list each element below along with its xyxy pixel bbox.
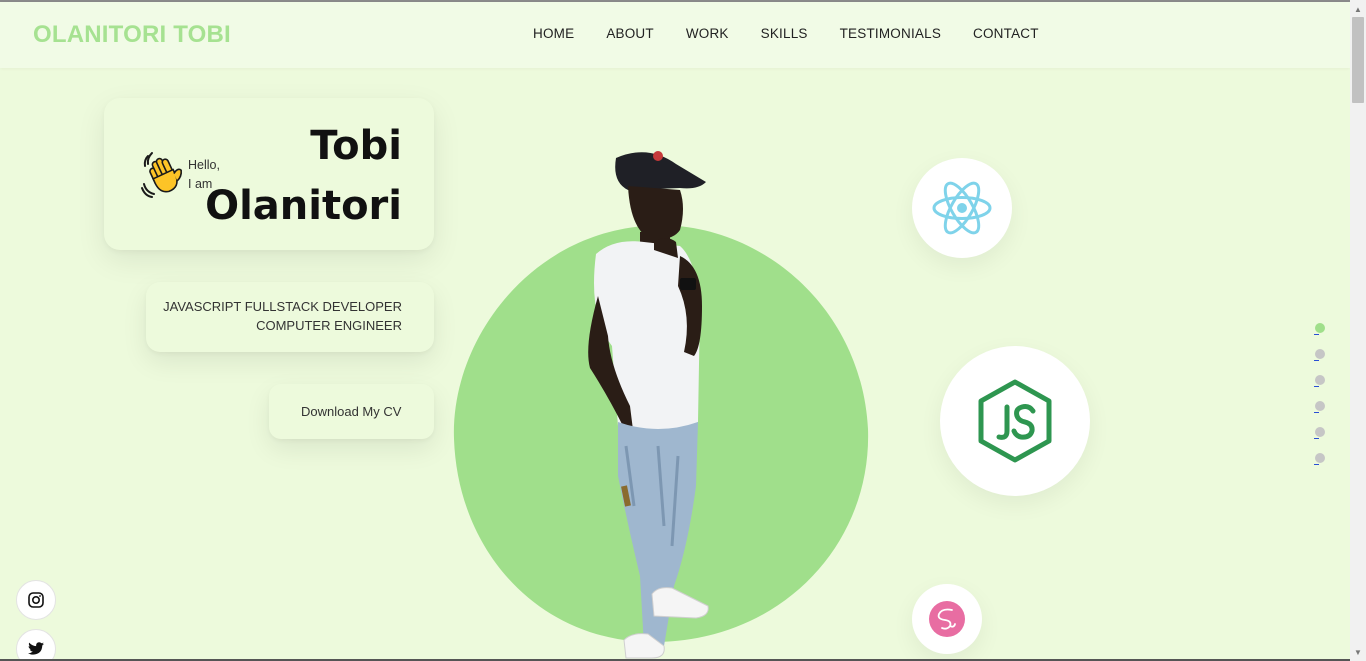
section-dot-4[interactable] bbox=[1314, 400, 1326, 426]
role-text: JAVASCRIPT FULLSTACK DEVELOPER COMPUTER … bbox=[163, 297, 402, 335]
section-dot-link[interactable] bbox=[1314, 412, 1319, 413]
twitter-link[interactable] bbox=[16, 629, 56, 661]
nav-contact[interactable]: CONTACT bbox=[973, 26, 1039, 41]
nav-skills[interactable]: SKILLS bbox=[761, 26, 808, 41]
page-scrollbar[interactable]: ▲ ▼ bbox=[1350, 0, 1366, 661]
nodejs-badge bbox=[940, 346, 1090, 496]
section-indicator bbox=[1314, 322, 1326, 478]
section-dot-link[interactable] bbox=[1314, 334, 1319, 335]
nav-home[interactable]: HOME bbox=[533, 26, 574, 41]
section-dot-marker bbox=[1315, 323, 1325, 333]
scroll-down-arrow-icon[interactable]: ▼ bbox=[1350, 645, 1366, 659]
navbar: OLANITORI TOBI HOME ABOUT WORK SKILLS TE… bbox=[0, 2, 1350, 68]
scroll-up-arrow-icon[interactable]: ▲ bbox=[1350, 2, 1366, 16]
role-card: JAVASCRIPT FULLSTACK DEVELOPER COMPUTER … bbox=[146, 282, 434, 352]
download-cv-label: Download My CV bbox=[301, 404, 402, 419]
download-cv-button[interactable]: Download My CV bbox=[269, 384, 434, 439]
first-name: Tobi bbox=[310, 123, 402, 169]
instagram-icon bbox=[28, 592, 44, 608]
react-icon bbox=[932, 181, 992, 235]
waving-hand-icon bbox=[141, 152, 183, 198]
section-dot-marker bbox=[1315, 453, 1325, 463]
nodejs-icon bbox=[978, 379, 1052, 463]
portrait-photo bbox=[588, 151, 709, 659]
intro-card: Hello, I am Tobi Olanitori bbox=[104, 98, 434, 250]
scrollbar-thumb[interactable] bbox=[1352, 17, 1364, 103]
sass-icon bbox=[929, 601, 965, 637]
nav-testimonials[interactable]: TESTIMONIALS bbox=[840, 26, 941, 41]
section-dot-marker bbox=[1315, 401, 1325, 411]
section-dot-link[interactable] bbox=[1314, 464, 1319, 465]
role-line-2: COMPUTER ENGINEER bbox=[256, 318, 402, 333]
section-dot-link[interactable] bbox=[1314, 360, 1319, 361]
section-dot-marker bbox=[1315, 349, 1325, 359]
section-dot-6[interactable] bbox=[1314, 452, 1326, 478]
sass-badge bbox=[912, 584, 982, 654]
last-name: Olanitori bbox=[205, 183, 402, 229]
section-dot-link[interactable] bbox=[1314, 386, 1319, 387]
hero-name: Tobi Olanitori bbox=[205, 116, 402, 236]
section-dot-link[interactable] bbox=[1314, 438, 1319, 439]
twitter-icon bbox=[28, 642, 44, 655]
section-dot-marker bbox=[1315, 427, 1325, 437]
section-dot-3[interactable] bbox=[1314, 374, 1326, 400]
main-nav: HOME ABOUT WORK SKILLS TESTIMONIALS CONT… bbox=[533, 26, 1071, 41]
nav-work[interactable]: WORK bbox=[686, 26, 729, 41]
react-badge bbox=[912, 158, 1012, 258]
instagram-link[interactable] bbox=[16, 580, 56, 620]
section-dot-5[interactable] bbox=[1314, 426, 1326, 452]
section-dot-1[interactable] bbox=[1314, 322, 1326, 348]
site-logo[interactable]: OLANITORI TOBI bbox=[33, 21, 231, 49]
nav-about[interactable]: ABOUT bbox=[606, 26, 654, 41]
role-line-1: JAVASCRIPT FULLSTACK DEVELOPER bbox=[163, 299, 402, 314]
section-dot-2[interactable] bbox=[1314, 348, 1326, 374]
section-dot-marker bbox=[1315, 375, 1325, 385]
